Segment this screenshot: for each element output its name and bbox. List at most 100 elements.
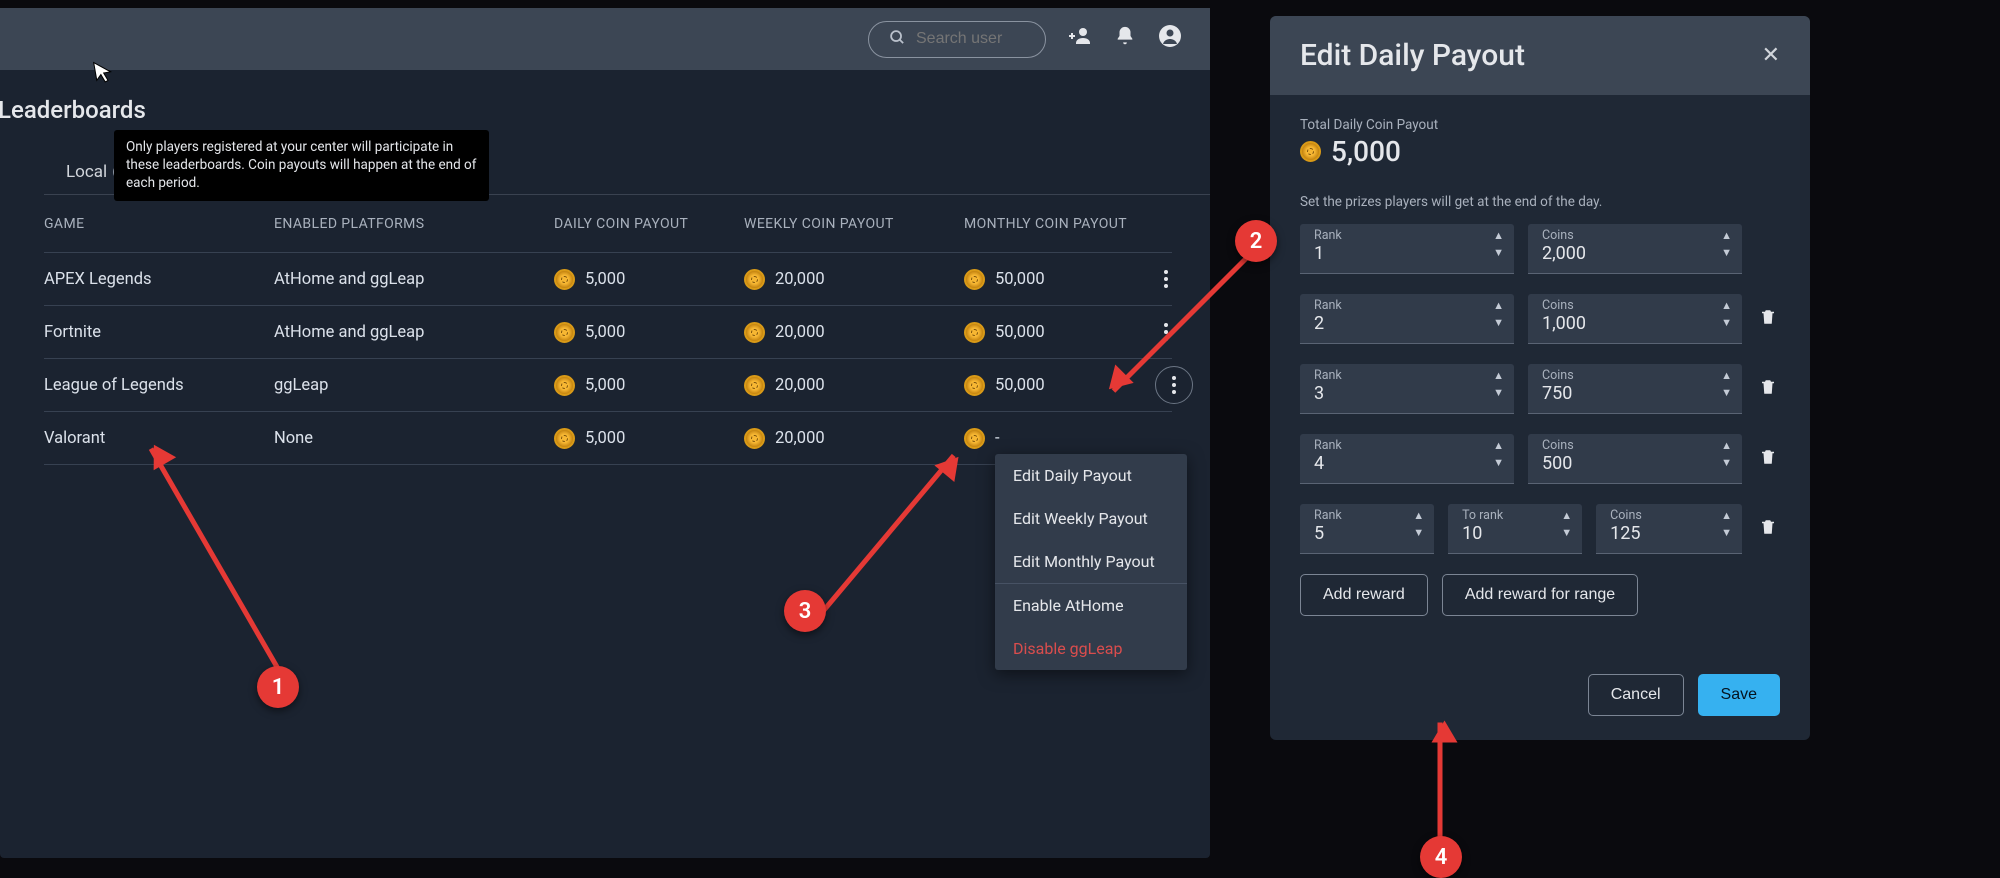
- rank-field[interactable]: Rank 5 ▲▼: [1300, 504, 1434, 554]
- search-user-input-wrap[interactable]: [868, 21, 1046, 58]
- add-reward-button[interactable]: Add reward: [1300, 574, 1428, 616]
- menu-enable-athome[interactable]: Enable AtHome: [995, 584, 1187, 627]
- coins-field[interactable]: Coins 1,000 ▲▼: [1528, 294, 1742, 344]
- rank-field[interactable]: Rank 1 ▲▼: [1300, 224, 1514, 274]
- stepper-down-icon[interactable]: ▼: [1721, 317, 1732, 328]
- account-icon[interactable]: [1158, 24, 1182, 54]
- search-icon: [889, 29, 906, 50]
- table-row: League of Legends ggLeap 5,000 20,000 50…: [44, 359, 1172, 412]
- menu-edit-daily[interactable]: Edit Daily Payout: [995, 454, 1187, 497]
- cell-monthly: -: [964, 428, 1154, 449]
- stepper-down-icon[interactable]: ▼: [1561, 527, 1572, 538]
- coin-icon: [964, 322, 985, 343]
- menu-edit-monthly[interactable]: Edit Monthly Payout: [995, 540, 1187, 583]
- top-bar: [0, 8, 1210, 70]
- coins-field[interactable]: Coins 2,000 ▲▼: [1528, 224, 1742, 274]
- cell-weekly: 20,000: [744, 375, 964, 396]
- total-value: 5,000: [1331, 135, 1401, 168]
- to-rank-field[interactable]: To rank 10 ▲▼: [1448, 504, 1582, 554]
- coin-icon: [744, 375, 765, 396]
- stepper-up-icon[interactable]: ▲: [1721, 370, 1732, 381]
- annotation-badge: 3: [784, 590, 826, 632]
- info-tooltip: Only players registered at your center w…: [114, 130, 489, 201]
- row-menu-button-active[interactable]: [1155, 366, 1193, 404]
- coin-icon: [744, 269, 765, 290]
- cell-platforms: ggLeap: [274, 376, 554, 395]
- stepper-down-icon[interactable]: ▼: [1721, 247, 1732, 258]
- coin-icon: [554, 375, 575, 396]
- rank-field[interactable]: Rank 4 ▲▼: [1300, 434, 1514, 484]
- coin-icon: [554, 269, 575, 290]
- reward-range-row: Rank 5 ▲▼ To rank 10 ▲▼ Coins 125 ▲▼: [1300, 504, 1780, 554]
- add-user-icon[interactable]: [1068, 24, 1092, 54]
- add-buttons-row: Add reward Add reward for range: [1300, 574, 1780, 616]
- save-button[interactable]: Save: [1698, 674, 1780, 716]
- rank-field[interactable]: Rank 2 ▲▼: [1300, 294, 1514, 344]
- coin-icon: [554, 428, 575, 449]
- modal-title: Edit Daily Payout: [1300, 38, 1525, 73]
- total-label: Total Daily Coin Payout: [1300, 117, 1780, 133]
- stepper-down-icon[interactable]: ▼: [1493, 247, 1504, 258]
- stepper-down-icon[interactable]: ▼: [1493, 457, 1504, 468]
- delete-reward-button[interactable]: [1756, 307, 1780, 332]
- row-context-menu: Edit Daily Payout Edit Weekly Payout Edi…: [995, 454, 1187, 670]
- stepper-up-icon[interactable]: ▲: [1493, 440, 1504, 451]
- close-icon[interactable]: ✕: [1762, 43, 1780, 68]
- row-menu-button[interactable]: [1154, 267, 1178, 291]
- stepper-down-icon[interactable]: ▼: [1413, 527, 1424, 538]
- annotation-badge: 4: [1420, 836, 1462, 878]
- stepper-up-icon[interactable]: ▲: [1493, 370, 1504, 381]
- menu-edit-weekly[interactable]: Edit Weekly Payout: [995, 497, 1187, 540]
- col-monthly: MONTHLY COIN PAYOUT: [964, 216, 1154, 232]
- delete-reward-button[interactable]: [1756, 517, 1780, 542]
- stepper-up-icon[interactable]: ▲: [1493, 300, 1504, 311]
- bell-icon[interactable]: [1114, 25, 1136, 53]
- delete-reward-button[interactable]: [1756, 447, 1780, 472]
- cell-daily: 5,000: [554, 269, 744, 290]
- rank-field[interactable]: Rank 3 ▲▼: [1300, 364, 1514, 414]
- stepper-up-icon[interactable]: ▲: [1721, 440, 1732, 451]
- cell-game: Fortnite: [44, 323, 274, 342]
- leaderboard-table: GAME ENABLED PLATFORMS DAILY COIN PAYOUT…: [44, 195, 1172, 465]
- cell-weekly: 20,000: [744, 428, 964, 449]
- stepper-down-icon[interactable]: ▼: [1721, 387, 1732, 398]
- cell-weekly: 20,000: [744, 322, 964, 343]
- col-daily: DAILY COIN PAYOUT: [554, 216, 744, 232]
- stepper-down-icon[interactable]: ▼: [1493, 387, 1504, 398]
- col-platforms: ENABLED PLATFORMS: [274, 216, 554, 232]
- coins-field[interactable]: Coins 750 ▲▼: [1528, 364, 1742, 414]
- table-header: GAME ENABLED PLATFORMS DAILY COIN PAYOUT…: [44, 195, 1172, 253]
- coin-icon: [744, 322, 765, 343]
- edit-daily-payout-modal: Edit Daily Payout ✕ Total Daily Coin Pay…: [1270, 16, 1810, 740]
- col-weekly: WEEKLY COIN PAYOUT: [744, 216, 964, 232]
- total-value-row: 5,000: [1300, 135, 1780, 168]
- table-row: Fortnite AtHome and ggLeap 5,000 20,000 …: [44, 306, 1172, 359]
- stepper-down-icon[interactable]: ▼: [1721, 457, 1732, 468]
- stepper-down-icon[interactable]: ▼: [1721, 527, 1732, 538]
- cell-monthly: 50,000: [964, 269, 1154, 290]
- stepper-up-icon[interactable]: ▲: [1413, 510, 1424, 521]
- stepper-up-icon[interactable]: ▲: [1721, 300, 1732, 311]
- annotation-arrow: [1438, 723, 1443, 853]
- coins-field[interactable]: Coins 500 ▲▼: [1528, 434, 1742, 484]
- cancel-button[interactable]: Cancel: [1588, 674, 1684, 716]
- cell-daily: 5,000: [554, 428, 744, 449]
- cell-platforms: AtHome and ggLeap: [274, 323, 554, 342]
- stepper-down-icon[interactable]: ▼: [1493, 317, 1504, 328]
- coins-field[interactable]: Coins 125 ▲▼: [1596, 504, 1742, 554]
- stepper-up-icon[interactable]: ▲: [1493, 230, 1504, 241]
- helper-text: Set the prizes players will get at the e…: [1300, 194, 1780, 210]
- search-input[interactable]: [916, 30, 1025, 48]
- cell-platforms: None: [274, 429, 554, 448]
- cell-game: League of Legends: [44, 376, 274, 395]
- cell-daily: 5,000: [554, 375, 744, 396]
- stepper-up-icon[interactable]: ▲: [1561, 510, 1572, 521]
- annotation-badge: 2: [1235, 220, 1277, 262]
- stepper-up-icon[interactable]: ▲: [1721, 510, 1732, 521]
- delete-reward-button[interactable]: [1756, 377, 1780, 402]
- stepper-up-icon[interactable]: ▲: [1721, 230, 1732, 241]
- reward-row: Rank 2 ▲▼ Coins 1,000 ▲▼: [1300, 294, 1780, 344]
- add-reward-range-button[interactable]: Add reward for range: [1442, 574, 1638, 616]
- menu-disable-ggleap[interactable]: Disable ggLeap: [995, 627, 1187, 670]
- cell-game: APEX Legends: [44, 270, 274, 289]
